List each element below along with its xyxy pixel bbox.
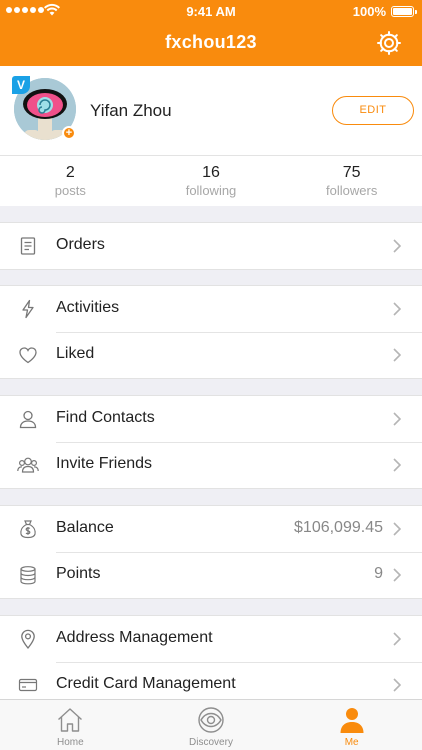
chevron-right-icon xyxy=(393,632,401,646)
menu-item-label: Invite Friends xyxy=(56,455,153,472)
bottom-tab-bar: Home Discovery Me xyxy=(0,699,422,750)
avatar[interactable]: V + xyxy=(12,76,76,140)
person-icon xyxy=(19,410,37,429)
status-bar: 9:41 AM 100% xyxy=(0,0,422,22)
chevron-right-icon xyxy=(393,458,401,472)
menu-item-label: Address Management xyxy=(56,629,213,646)
gear-icon[interactable] xyxy=(376,30,402,56)
credit-card-icon xyxy=(18,678,38,692)
tab-discovery[interactable]: Discovery xyxy=(141,700,282,750)
menu-item-label: Credit Card Management xyxy=(56,675,236,692)
tab-home[interactable]: Home xyxy=(0,700,141,750)
menu-item-label: Orders xyxy=(56,236,105,253)
document-icon xyxy=(20,237,36,255)
chevron-right-icon xyxy=(393,239,401,253)
stat-followers[interactable]: 75 followers xyxy=(281,156,422,206)
balance-value: $106,099.45 xyxy=(294,519,383,536)
page-title: fxchou123 xyxy=(165,32,257,52)
menu-item-find-contacts[interactable]: Find Contacts xyxy=(0,396,422,442)
chevron-right-icon xyxy=(393,412,401,426)
tab-label: Home xyxy=(56,737,84,748)
points-value: 9 xyxy=(374,565,383,582)
menu-item-orders[interactable]: Orders xyxy=(0,223,422,269)
menu-item-balance[interactable]: Balance $106,099.45 xyxy=(0,506,422,552)
eye-icon xyxy=(198,707,224,733)
chevron-right-icon xyxy=(393,522,401,536)
add-badge[interactable]: + xyxy=(62,126,76,140)
menu-item-liked[interactable]: Liked xyxy=(0,332,422,378)
menu-item-invite-friends[interactable]: Invite Friends xyxy=(0,442,422,488)
battery-icon xyxy=(391,6,417,17)
menu-section-wallet: Balance $106,099.45 Points 9 xyxy=(0,505,422,599)
menu-item-address-management[interactable]: Address Management xyxy=(0,616,422,662)
stat-posts[interactable]: 2 posts xyxy=(0,156,141,206)
tab-label: Discovery xyxy=(189,737,233,748)
menu-section-orders: Orders xyxy=(0,222,422,270)
person-icon xyxy=(340,708,364,733)
location-pin-icon xyxy=(21,629,35,650)
menu-item-label: Points xyxy=(56,565,101,582)
menu-item-label: Liked xyxy=(56,345,95,362)
tab-label: Me xyxy=(344,737,359,748)
home-icon xyxy=(58,708,83,732)
stat-label: posts xyxy=(54,183,86,198)
stat-value: 2 xyxy=(65,164,75,181)
chevron-right-icon xyxy=(393,348,401,362)
top-header: 9:41 AM 100% fxchou123 xyxy=(0,0,422,66)
menu-item-label: Find Contacts xyxy=(56,409,155,426)
chevron-right-icon xyxy=(393,302,401,316)
coin-stack-icon xyxy=(20,566,36,585)
chevron-right-icon xyxy=(393,678,401,692)
heart-icon xyxy=(19,347,37,364)
profile-header: V + Yifan Zhou EDIT xyxy=(0,66,422,156)
stat-value: 75 xyxy=(342,164,361,181)
people-icon xyxy=(17,457,39,473)
stat-label: followers xyxy=(326,183,378,198)
battery-percentage: 100% xyxy=(352,4,386,19)
verified-badge: V xyxy=(12,76,30,94)
stat-label: following xyxy=(185,183,237,198)
tab-me[interactable]: Me xyxy=(281,700,422,750)
stat-value: 16 xyxy=(202,164,220,181)
stat-following[interactable]: 16 following xyxy=(141,156,282,206)
profile-stats: 2 posts 16 following 75 followers xyxy=(0,156,422,206)
menu-section-social: Find Contacts Invite Friends xyxy=(0,395,422,489)
menu-section-activity: Activities Liked xyxy=(0,285,422,379)
menu-section-account: Address Management Credit Card Managemen… xyxy=(0,615,422,709)
lightning-icon xyxy=(22,299,34,319)
chevron-right-icon xyxy=(393,568,401,582)
money-bag-icon xyxy=(20,520,36,539)
menu-item-label: Balance xyxy=(56,519,114,536)
menu-item-points[interactable]: Points 9 xyxy=(0,552,422,598)
menu-item-activities[interactable]: Activities xyxy=(0,286,422,332)
profile-name: Yifan Zhou xyxy=(90,101,172,120)
edit-profile-button[interactable]: EDIT xyxy=(332,96,414,125)
menu-item-label: Activities xyxy=(56,299,120,316)
